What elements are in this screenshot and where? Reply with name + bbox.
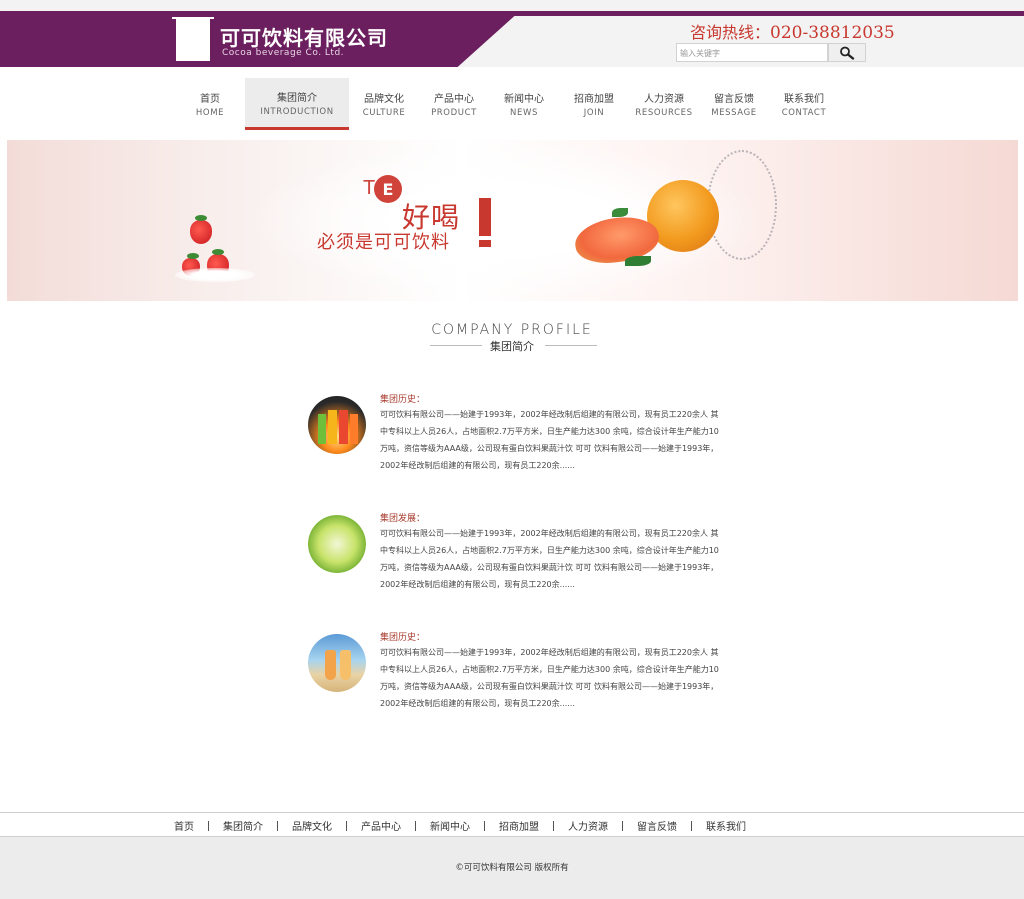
top-header: 可可饮料有限公司 Cocoa beverage Co. Ltd. 咨询热线：02… <box>0 0 1024 67</box>
footer-link-culture[interactable]: 品牌文化 <box>278 818 346 833</box>
section-title-en: COMPANY PROFILE <box>431 322 593 338</box>
profile-entry: 集团历史： 可可饮料有限公司——始建于1993年，2002年经改制后组建的有限公… <box>308 630 728 720</box>
strawberry-image <box>190 215 212 244</box>
nav-label-en: RESOURCES <box>635 108 693 118</box>
exclamation-dot <box>479 240 491 247</box>
footer-link-introduction[interactable]: 集团简介 <box>209 818 277 833</box>
nav-home[interactable]: 首页 HOME <box>175 78 245 130</box>
logo-icon[interactable] <box>172 17 214 61</box>
footer-link-product[interactable]: 产品中心 <box>347 818 415 833</box>
te-logo-icon: E <box>374 175 402 203</box>
section-title-cn: 集团简介 <box>490 340 534 353</box>
hotline: 咨询热线：020-38812035 <box>690 19 895 43</box>
main-nav: 首页 HOME 集团简介 INTRODUCTION 品牌文化 CULTURE 产… <box>175 78 839 130</box>
nav-contact[interactable]: 联系我们 CONTACT <box>769 78 839 130</box>
nav-culture[interactable]: 品牌文化 CULTURE <box>349 78 419 130</box>
beach-drinks-image[interactable] <box>308 634 366 692</box>
nav-resources[interactable]: 人力资源 RESOURCES <box>629 78 699 130</box>
copyright-text: ©可可饮料有限公司 版权所有 <box>455 863 569 873</box>
te-letter: T <box>363 177 376 199</box>
nav-label-en: HOME <box>195 108 225 118</box>
leaf-image <box>612 208 628 217</box>
nav-label-cn: 联系我们 <box>784 94 824 105</box>
entry-text: 可可饮料有限公司——始建于1993年，2002年经改制后组建的有限公司，现有员工… <box>380 648 719 708</box>
title-divider-right <box>545 345 597 346</box>
hero-banner[interactable]: E T 好喝 必须是可可饮料 <box>7 140 1018 301</box>
nav-message[interactable]: 留言反馈 MESSAGE <box>699 78 769 130</box>
entry-text: 可可饮料有限公司——始建于1993年，2002年经改制后组建的有限公司，现有员工… <box>380 410 719 470</box>
nav-label-cn: 新闻中心 <box>504 94 544 105</box>
nav-label-cn: 集团简介 <box>277 92 317 104</box>
nav-label-en: JOIN <box>583 108 605 118</box>
lime-slice-image[interactable] <box>308 515 366 573</box>
nav-label-en: INTRODUCTION <box>260 106 334 117</box>
glass-shape <box>339 410 348 444</box>
footer-link-home[interactable]: 首页 <box>160 818 208 833</box>
search-input[interactable]: 输入关键字 <box>676 43 828 62</box>
slogan-small: 必须是可可饮料 <box>317 232 450 253</box>
footer-link-contact[interactable]: 联系我们 <box>692 818 760 833</box>
hotline-label: 咨询热线： <box>690 23 771 42</box>
glass-shape <box>350 414 358 444</box>
search-icon <box>840 46 855 60</box>
exclamation-bar <box>479 198 491 236</box>
entry-heading[interactable]: 集团发展： <box>380 511 425 524</box>
nav-label-cn: 首页 <box>200 94 220 105</box>
company-english-name: Cocoa beverage Co. Ltd. <box>222 48 345 58</box>
nav-label-en: MESSAGE <box>711 108 757 118</box>
glass-shape <box>328 410 337 444</box>
nav-introduction[interactable]: 集团简介 INTRODUCTION <box>245 78 349 130</box>
footer-link-news[interactable]: 新闻中心 <box>416 818 484 833</box>
nav-label-en: CONTACT <box>781 108 827 118</box>
search-button[interactable] <box>828 43 866 62</box>
nav-label-en: PRODUCT <box>431 108 477 118</box>
footer-link-resources[interactable]: 人力资源 <box>554 818 622 833</box>
juice-glasses-image[interactable] <box>308 396 366 454</box>
profile-entry: 集团历史： 可可饮料有限公司——始建于1993年，2002年经改制后组建的有限公… <box>308 392 728 482</box>
entry-heading[interactable]: 集团历史： <box>380 392 425 405</box>
glass-shape <box>340 650 351 680</box>
nav-label-en: CULTURE <box>362 108 406 118</box>
company-name[interactable]: 可可饮料有限公司 <box>220 22 388 51</box>
nav-label-cn: 产品中心 <box>434 94 474 105</box>
glass-shape <box>318 414 326 444</box>
nav-label-cn: 人力资源 <box>644 94 684 105</box>
hotline-number: 020-38812035 <box>770 23 895 43</box>
entry-heading[interactable]: 集团历史： <box>380 630 425 643</box>
glass-shape <box>325 650 336 680</box>
footer-link-message[interactable]: 留言反馈 <box>623 818 691 833</box>
nav-label-cn: 留言反馈 <box>714 94 754 105</box>
nav-label-en: NEWS <box>510 108 538 118</box>
footer-links: 首页 集团简介 品牌文化 产品中心 新闻中心 招商加盟 人力资源 留言反馈 联系… <box>160 818 760 833</box>
nav-news[interactable]: 新闻中心 NEWS <box>489 78 559 130</box>
nav-join[interactable]: 招商加盟 JOIN <box>559 78 629 130</box>
footer-nav: 首页 集团简介 品牌文化 产品中心 新闻中心 招商加盟 人力资源 留言反馈 联系… <box>0 812 1024 837</box>
leaf-image <box>625 256 651 266</box>
nav-product[interactable]: 产品中心 PRODUCT <box>419 78 489 130</box>
milk-splash-image <box>175 268 255 282</box>
footer-bottom: ©可可饮料有限公司 版权所有 <box>0 837 1024 899</box>
entry-text: 可可饮料有限公司——始建于1993年，2002年经改制后组建的有限公司，现有员工… <box>380 529 719 589</box>
profile-entry: 集团发展： 可可饮料有限公司——始建于1993年，2002年经改制后组建的有限公… <box>308 511 728 601</box>
nav-label-cn: 招商加盟 <box>574 94 614 105</box>
nav-label-cn: 品牌文化 <box>364 94 404 105</box>
footer-link-join[interactable]: 招商加盟 <box>485 818 553 833</box>
